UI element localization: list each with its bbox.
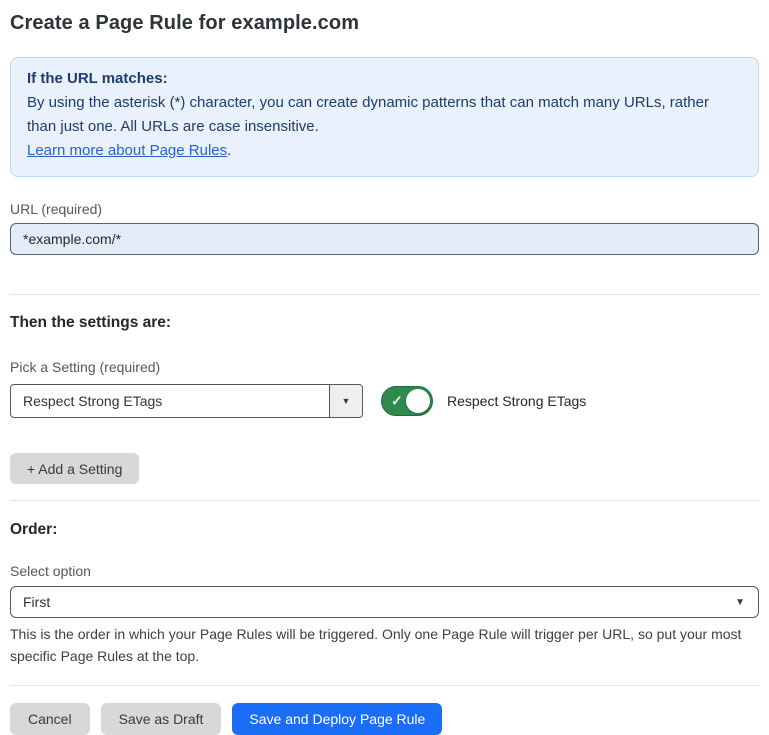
- url-match-info-callout: If the URL matches: By using the asteris…: [10, 57, 759, 177]
- save-deploy-button[interactable]: Save and Deploy Page Rule: [232, 703, 442, 735]
- chevron-down-icon: ▼: [722, 597, 758, 608]
- section-divider: [10, 500, 759, 501]
- caret-down-icon: ▼: [342, 396, 351, 406]
- url-input[interactable]: [10, 223, 759, 255]
- order-help-text: This is the order in which your Page Rul…: [10, 623, 759, 667]
- learn-more-link[interactable]: Learn more about Page Rules: [27, 142, 227, 159]
- dropdown-arrow-button[interactable]: ▼: [329, 385, 362, 417]
- setting-dropdown-value: Respect Strong ETags: [11, 385, 329, 417]
- url-field-label: URL (required): [10, 201, 759, 217]
- info-callout-heading: If the URL matches:: [27, 67, 742, 91]
- info-callout-link-line: Learn more about Page Rules.: [27, 139, 742, 163]
- pick-setting-label: Pick a Setting (required): [10, 359, 759, 375]
- info-callout-body: By using the asterisk (*) character, you…: [27, 91, 742, 139]
- settings-section-heading: Then the settings are:: [10, 314, 759, 332]
- toggle-knob: [406, 389, 430, 413]
- save-draft-button[interactable]: Save as Draft: [101, 703, 222, 735]
- check-icon: ✓: [391, 394, 403, 408]
- order-section-heading: Order:: [10, 521, 759, 539]
- add-setting-button[interactable]: + Add a Setting: [10, 453, 139, 484]
- order-select[interactable]: First ▼: [10, 586, 759, 618]
- setting-toggle[interactable]: ✓: [381, 386, 433, 416]
- setting-row: Respect Strong ETags ▼ ✓ Respect Strong …: [10, 384, 759, 418]
- toggle-label: Respect Strong ETags: [447, 393, 586, 409]
- cancel-button[interactable]: Cancel: [10, 703, 90, 735]
- footer-divider: [10, 685, 759, 686]
- create-page-rule-form: Create a Page Rule for example.com If th…: [0, 0, 769, 735]
- link-suffix: .: [227, 142, 231, 159]
- order-select-value: First: [11, 594, 722, 610]
- setting-dropdown[interactable]: Respect Strong ETags ▼: [10, 384, 363, 418]
- section-divider: [10, 294, 759, 295]
- order-select-label: Select option: [10, 563, 759, 579]
- footer-actions: Cancel Save as Draft Save and Deploy Pag…: [10, 703, 759, 735]
- page-title: Create a Page Rule for example.com: [10, 12, 759, 35]
